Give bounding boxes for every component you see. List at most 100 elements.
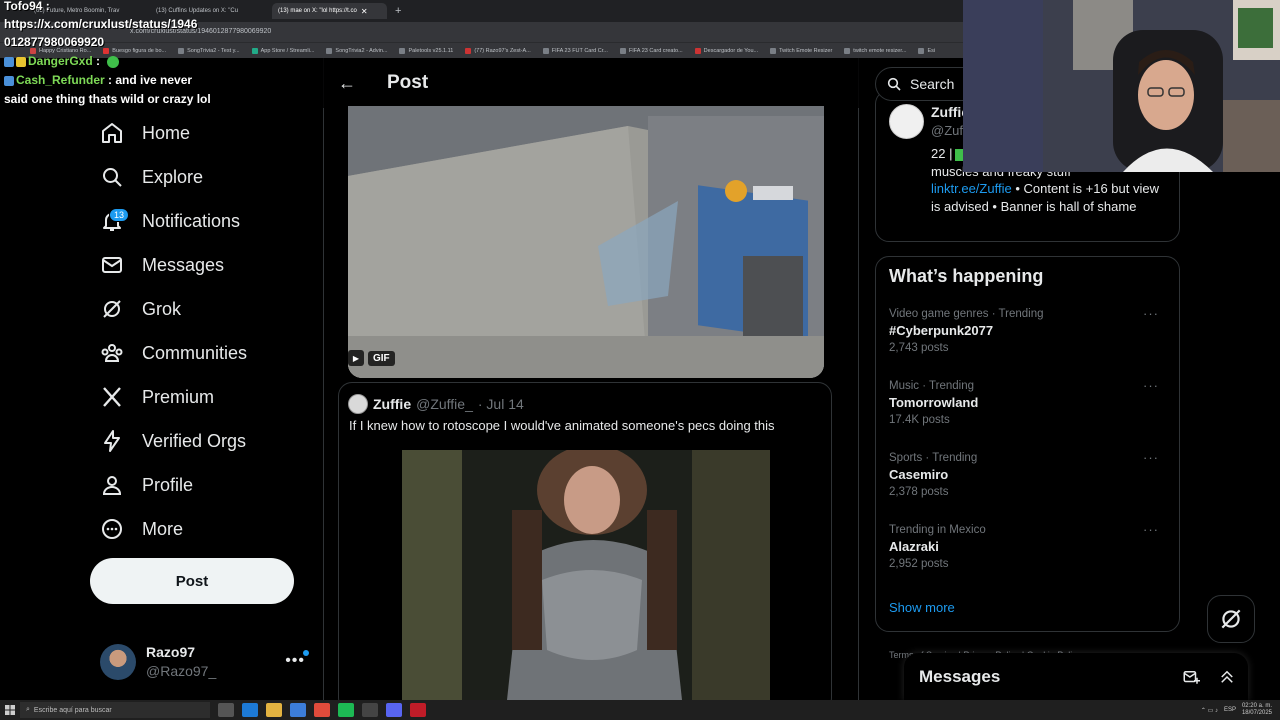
nav-explore[interactable]: Explore	[100, 157, 203, 197]
bookmark[interactable]: FIFA 23 Card creato...	[619, 47, 683, 54]
more-dots-icon[interactable]: ···	[1143, 378, 1159, 393]
chat-message: Cash_Refunder : and ive never	[4, 71, 211, 90]
discord-icon[interactable]	[386, 703, 402, 717]
avatar	[100, 644, 136, 680]
nav-more[interactable]: More	[100, 509, 183, 549]
trend-item[interactable]: Sports · Trending Casemiro 2,378 posts ·…	[889, 450, 1169, 498]
trend-count: 2,743 posts	[889, 342, 949, 354]
bookmark[interactable]: Esi	[918, 47, 935, 54]
chat-separator: :	[104, 73, 116, 87]
nav-grok[interactable]: Grok	[100, 289, 181, 329]
show-more-link[interactable]: Show more	[889, 600, 955, 615]
search-placeholder: Search	[910, 76, 955, 92]
edge-icon[interactable]	[242, 703, 258, 717]
chat-text: said one thing thats wild or crazy lol	[4, 92, 211, 106]
bookmark[interactable]: SongTrivia2 - Advin...	[326, 47, 387, 54]
trends-title: What’s happening	[889, 266, 1044, 286]
clock[interactable]: 02:20 a. m. 18/07/2025	[1242, 703, 1272, 717]
app-icon[interactable]	[410, 703, 426, 717]
windows-start-icon[interactable]	[0, 700, 20, 720]
bookmark[interactable]: Twitch Emote Resizer	[770, 47, 832, 54]
account-name: Razo97	[146, 644, 196, 660]
store-icon[interactable]	[290, 703, 306, 717]
bookmark[interactable]: Paletools v25.1.11	[399, 47, 453, 54]
avatar[interactable]	[889, 104, 924, 139]
trend-item[interactable]: Music · Trending Tomorrowland 17.4K post…	[889, 378, 1169, 426]
chevron-up-icon[interactable]	[1212, 662, 1242, 692]
post-button[interactable]: Post	[90, 558, 294, 604]
chat-separator: :	[92, 54, 101, 68]
avatar[interactable]	[348, 394, 368, 414]
overlay-url-line: https://x.com/cruxlust/status/1946	[4, 17, 198, 31]
more-dots-icon[interactable]: ···	[1143, 306, 1159, 321]
search-icon	[887, 77, 901, 91]
grok-icon	[1221, 609, 1241, 629]
bookmark[interactable]: App Store / Streamli...	[251, 47, 314, 54]
bookmark[interactable]: Descargador de You...	[694, 47, 758, 54]
nav-label: Notifications	[142, 210, 241, 231]
spotify-icon[interactable]	[338, 703, 354, 717]
taskbar-search[interactable]: ⌕ Escribe aquí para buscar	[20, 702, 210, 718]
quoted-post-media[interactable]	[402, 450, 770, 700]
gif-badge: ▶ GIF	[348, 350, 395, 366]
webcam-overlay	[963, 0, 1280, 172]
emote-icon	[107, 55, 120, 68]
obs-icon[interactable]	[362, 703, 378, 717]
account-handle: @Razo97_	[146, 663, 217, 679]
nav-communities[interactable]: Communities	[100, 333, 247, 373]
nav-label: More	[142, 518, 184, 539]
more-dots-icon[interactable]: ···	[1143, 450, 1159, 465]
nav-profile[interactable]: Profile	[100, 465, 193, 505]
bookmark[interactable]: twitch emote resizer...	[844, 47, 906, 54]
chat-username: Cash_Refunder	[16, 73, 105, 87]
search-icon: ⌕	[26, 706, 30, 713]
bookmark[interactable]: (77) Razo97's Zest-A...	[465, 47, 531, 54]
new-message-icon[interactable]	[1176, 662, 1206, 692]
quoted-author-name[interactable]: Zuffie	[373, 396, 411, 412]
nav-label: Communities	[142, 342, 248, 363]
gif-street-scene	[348, 106, 824, 378]
gif-media[interactable]	[348, 106, 824, 378]
grok-icon	[103, 300, 121, 318]
messages-drawer[interactable]: Messages	[904, 653, 1248, 701]
trend-category: Sports · Trending	[889, 452, 978, 464]
nav-home[interactable]: Home	[100, 113, 190, 153]
nav-label: Grok	[142, 298, 182, 319]
close-icon[interactable]: ✕	[361, 7, 368, 16]
file-explorer-icon[interactable]	[266, 703, 282, 717]
bio-line: 22 |	[931, 146, 953, 161]
more-dots-icon[interactable]: ···	[1143, 522, 1159, 537]
quoted-post-text: If I knew how to rotoscope I would've an…	[349, 418, 775, 433]
quoted-author-handle[interactable]: @Zuffie_	[416, 396, 473, 412]
task-view-icon[interactable]	[218, 703, 234, 717]
bookmark[interactable]: FIFA 23 FUT Card Cr...	[542, 47, 608, 54]
more-dots-icon[interactable]: •••	[285, 652, 305, 670]
nav-premium[interactable]: Premium	[100, 377, 214, 417]
webcam-image	[963, 0, 1280, 172]
trend-name: Tomorrowland	[889, 395, 979, 410]
trend-item[interactable]: Video game genres · Trending #Cyberpunk2…	[889, 306, 1169, 354]
grok-button[interactable]	[1207, 595, 1255, 643]
keyboard-language[interactable]: ESP	[1224, 707, 1236, 713]
nav-notifications[interactable]: 13 Notifications	[100, 201, 240, 241]
gif-label: GIF	[368, 350, 395, 366]
mail-icon	[102, 257, 122, 273]
bio-link[interactable]: linktr.ee/Zuffie	[931, 181, 1012, 196]
chrome-icon[interactable]	[314, 703, 330, 717]
x-logo-icon	[103, 387, 121, 407]
back-arrow-icon[interactable]: ←	[337, 73, 357, 93]
browser-tab-active[interactable]: (13) mae on X: "lol https://t.co ✕	[272, 3, 387, 19]
tray-icons[interactable]: ⌃ ▭ ♪	[1201, 707, 1218, 714]
quoted-post-date[interactable]: · Jul 14	[478, 396, 524, 412]
nav-label: Profile	[142, 474, 194, 495]
stream-chat-overlay: DangerGxd : Cash_Refunder : and ive neve…	[4, 52, 211, 109]
trend-name: Casemiro	[889, 467, 949, 482]
account-switcher[interactable]: Razo97 @Razo97_ •••	[100, 640, 315, 684]
play-icon[interactable]: ▶	[348, 350, 364, 366]
trend-category: Video game genres · Trending	[889, 308, 1044, 320]
new-tab-button[interactable]: +	[395, 5, 401, 17]
trend-item[interactable]: Trending in Mexico Alazraki 2,952 posts …	[889, 522, 1169, 570]
trend-category: Music · Trending	[889, 380, 975, 392]
nav-verified-orgs[interactable]: Verified Orgs	[100, 421, 246, 461]
nav-messages[interactable]: Messages	[100, 245, 224, 285]
